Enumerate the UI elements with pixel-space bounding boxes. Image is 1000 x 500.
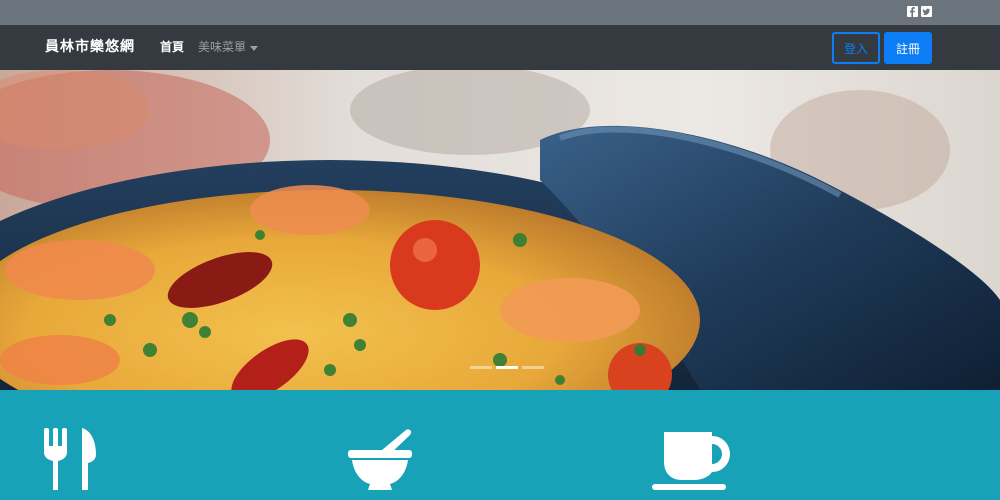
caret-down-icon bbox=[250, 45, 259, 51]
carousel-indicator[interactable] bbox=[470, 366, 492, 369]
nav-item-menu-label: 美味菜單 bbox=[198, 40, 247, 54]
mortar-pestle-icon bbox=[348, 429, 412, 490]
hero-carousel bbox=[0, 70, 1000, 390]
carousel-indicator[interactable] bbox=[496, 366, 518, 369]
hero-food-image bbox=[0, 70, 1000, 390]
login-button[interactable]: 登入 bbox=[832, 32, 880, 64]
site-brand[interactable]: 員林市欒悠網 bbox=[45, 25, 135, 70]
utensils-icon bbox=[44, 428, 96, 490]
nav-item-menu-dropdown[interactable]: 美味菜單 bbox=[198, 25, 259, 70]
top-bar bbox=[0, 0, 1000, 25]
twitter-icon[interactable] bbox=[921, 6, 932, 17]
features-section bbox=[0, 390, 1000, 500]
facebook-icon[interactable] bbox=[907, 6, 918, 17]
main-navbar: 員林市欒悠網 首頁 美味菜單 登入 註冊 bbox=[0, 25, 1000, 70]
carousel-indicator[interactable] bbox=[522, 366, 544, 369]
register-button[interactable]: 註冊 bbox=[884, 32, 932, 64]
coffee-cup-icon bbox=[652, 432, 730, 490]
nav-item-home[interactable]: 首頁 bbox=[160, 25, 184, 70]
carousel-indicators bbox=[470, 366, 544, 369]
